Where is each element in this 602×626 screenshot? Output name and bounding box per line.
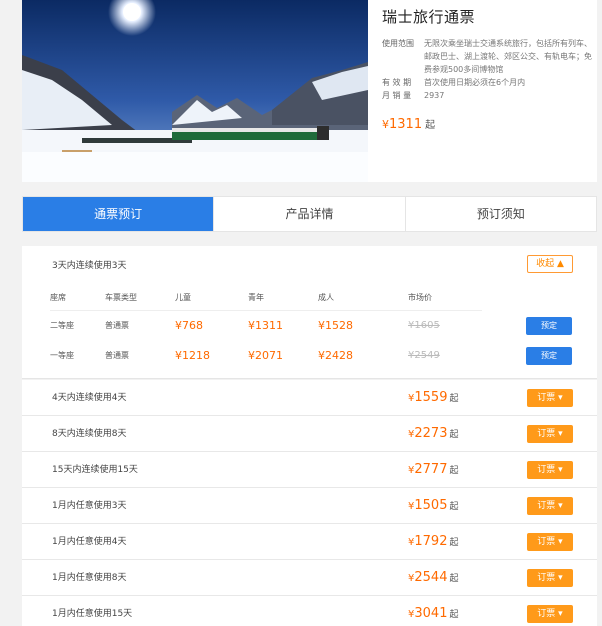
pass-price: ¥1505 起 <box>408 488 458 525</box>
price-currency: ¥ <box>382 118 389 131</box>
order-button[interactable]: 订票 ▾ <box>527 569 573 587</box>
price-amount: 1505 <box>414 498 448 513</box>
header-adult: 成人 <box>318 293 334 302</box>
list-item: 1月内任意使用15天 ¥3041 起 订票 ▾ <box>22 596 597 626</box>
pass-name: 15天内连续使用15天 <box>52 465 138 475</box>
book-button[interactable]: 预定 <box>526 317 572 335</box>
price-suffix: 起 <box>449 610 459 620</box>
sales-row: 月 销 量 2937 <box>382 89 592 102</box>
list-item: 8天内连续使用8天 ¥2273 起 订票 ▾ <box>22 416 597 452</box>
header-youth: 青年 <box>248 293 264 302</box>
child-price: ¥1218 <box>175 349 210 362</box>
product-info: 瑞士旅行通票 使用范围 无限次乘坐瑞士交通系统旅行，包括所有列车、邮政巴士、湖上… <box>382 6 592 132</box>
adult-price: ¥2428 <box>318 349 353 362</box>
child-price: ¥768 <box>175 319 203 332</box>
youth-price: ¥2071 <box>248 349 283 362</box>
price-amount: 1792 <box>414 534 448 549</box>
table-row: 一等座 普通票 ¥1218 ¥2071 ¥2428 ¥2549 预定 <box>50 341 572 371</box>
price-amount: 3041 <box>414 606 448 621</box>
fare-table: 座席 车票类型 儿童 青年 成人 市场价 二等座 普通票 ¥768 ¥1311 … <box>50 291 572 371</box>
list-item: 4天内连续使用4天 ¥1559 起 订票 ▾ <box>22 380 597 416</box>
pass-name: 4天内连续使用4天 <box>52 393 127 403</box>
list-item: 1月内任意使用8天 ¥2544 起 订票 ▾ <box>22 560 597 596</box>
validity-label: 有 效 期 <box>382 78 412 87</box>
price-suffix: 起 <box>449 502 459 512</box>
tab-product-details[interactable]: 产品详情 <box>214 197 406 231</box>
tab-pass-booking[interactable]: 通票预订 <box>23 197 215 231</box>
pass-price: ¥2544 起 <box>408 560 458 597</box>
list-item: 15天内连续使用15天 ¥2777 起 订票 ▾ <box>22 452 597 488</box>
order-button[interactable]: 订票 ▾ <box>527 533 573 551</box>
validity-value: 首次使用日期必须在6个月内 <box>424 78 526 87</box>
table-row: 二等座 普通票 ¥768 ¥1311 ¥1528 ¥1605 预定 <box>50 311 572 341</box>
header-child: 儿童 <box>175 293 191 302</box>
expanded-pass: 3天内连续使用3天 收起 ▲ 座席 车票类型 儿童 青年 成人 市场价 二等座 … <box>22 246 597 379</box>
pass-price: ¥2777 起 <box>408 452 458 489</box>
scope-value: 无限次乘坐瑞士交通系统旅行，包括所有列车、邮政巴士、湖上渡轮、郊区公交、有轨电车… <box>424 39 592 74</box>
ticket-type: 普通票 <box>105 321 129 330</box>
list-item: 1月内任意使用4天 ¥1792 起 订票 ▾ <box>22 524 597 560</box>
pass-list: 4天内连续使用4天 ¥1559 起 订票 ▾ 8天内连续使用8天 ¥2273 起 订… <box>22 380 597 626</box>
pass-name: 1月内任意使用4天 <box>52 537 127 547</box>
adult-price: ¥1528 <box>318 319 353 332</box>
validity-row: 有 效 期 首次使用日期必须在6个月内 <box>382 76 592 89</box>
tab-bar: 通票预订 产品详情 预订须知 <box>22 196 597 232</box>
collapse-button[interactable]: 收起 ▲ <box>527 255 573 273</box>
order-button[interactable]: 订票 ▾ <box>527 497 573 515</box>
expanded-pass-name: 3天内连续使用3天 <box>52 261 127 271</box>
price-suffix: 起 <box>449 430 459 440</box>
price-suffix: 起 <box>449 574 459 584</box>
fare-table-header: 座席 车票类型 儿童 青年 成人 市场价 <box>50 291 482 311</box>
order-button[interactable]: 订票 ▾ <box>527 425 573 443</box>
price-suffix: 起 <box>449 394 459 404</box>
pass-name: 1月内任意使用8天 <box>52 573 127 583</box>
price-amount: 2273 <box>414 426 448 441</box>
market-price: ¥2549 <box>408 350 440 361</box>
pass-price: ¥3041 起 <box>408 596 458 626</box>
price-suffix: 起 <box>449 538 459 548</box>
price-amount: 2544 <box>414 570 448 585</box>
price-suffix: 起 <box>449 466 459 476</box>
scope-label: 使用范围 <box>382 39 414 48</box>
pass-price: ¥2273 起 <box>408 416 458 453</box>
order-button[interactable]: 订票 ▾ <box>527 461 573 479</box>
tab-booking-notes[interactable]: 预订须知 <box>406 197 596 231</box>
product-price: ¥1311 起 <box>382 116 592 132</box>
pass-name: 1月内任意使用15天 <box>52 609 133 619</box>
pass-name: 8天内连续使用8天 <box>52 429 127 439</box>
pass-price: ¥1792 起 <box>408 524 458 561</box>
order-button[interactable]: 订票 ▾ <box>527 389 573 407</box>
scope-row: 使用范围 无限次乘坐瑞士交通系统旅行，包括所有列车、邮政巴士、湖上渡轮、郊区公交… <box>382 37 592 76</box>
list-item: 1月内任意使用3天 ¥1505 起 订票 ▾ <box>22 488 597 524</box>
price-amount: 1559 <box>414 390 448 405</box>
order-button[interactable]: 订票 ▾ <box>527 605 573 623</box>
price-amount: 1311 <box>389 117 423 132</box>
header-market-price: 市场价 <box>408 293 432 302</box>
seat-class: 二等座 <box>50 321 74 330</box>
youth-price: ¥1311 <box>248 319 283 332</box>
sales-label: 月 销 量 <box>382 91 412 100</box>
book-button[interactable]: 预定 <box>526 347 572 365</box>
market-price: ¥1605 <box>408 320 440 331</box>
product-title: 瑞士旅行通票 <box>382 8 476 26</box>
header-ticket-type: 车票类型 <box>105 293 137 302</box>
seat-class: 一等座 <box>50 351 74 360</box>
product-photo <box>22 0 368 182</box>
price-amount: 2777 <box>414 462 448 477</box>
price-suffix: 起 <box>425 120 436 131</box>
product-card: 瑞士旅行通票 使用范围 无限次乘坐瑞士交通系统旅行，包括所有列车、邮政巴士、湖上… <box>22 0 597 182</box>
pass-price: ¥1559 起 <box>408 380 458 417</box>
header-seat: 座席 <box>50 293 66 302</box>
pass-name: 1月内任意使用3天 <box>52 501 127 511</box>
swiss-train-photo <box>22 0 368 182</box>
ticket-type: 普通票 <box>105 351 129 360</box>
sales-value: 2937 <box>424 91 445 100</box>
